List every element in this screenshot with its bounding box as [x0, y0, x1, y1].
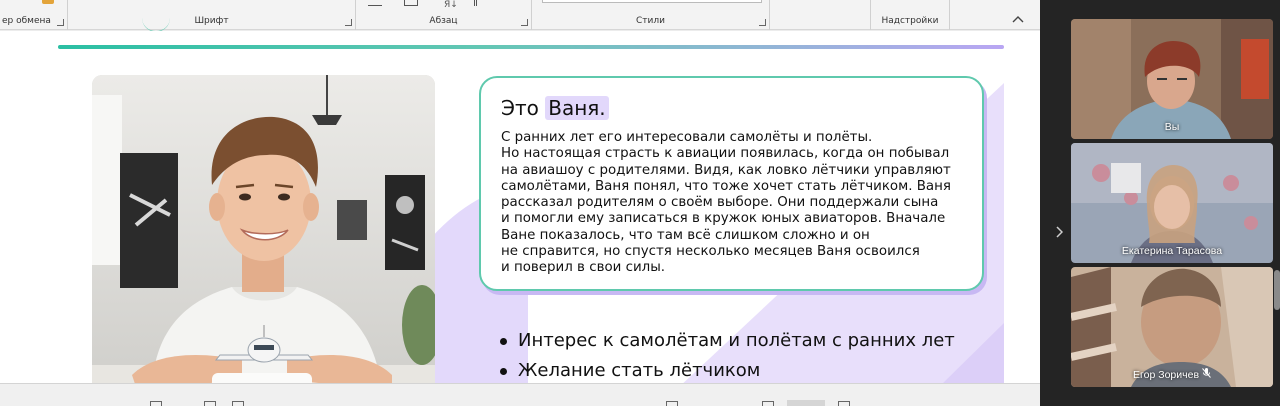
- participant-name-row: Егор Зоричев: [1071, 368, 1273, 381]
- styles-gallery[interactable]: [542, 0, 762, 3]
- clipboard-launcher-icon[interactable]: [57, 19, 64, 26]
- participant-name: Егор Зоричев: [1133, 369, 1200, 381]
- pilcrow-icon[interactable]: [474, 0, 477, 6]
- accessibility-icon[interactable]: [232, 401, 244, 406]
- mic-muted-icon: [1202, 368, 1211, 381]
- styles-launcher-icon[interactable]: [759, 19, 766, 26]
- story-textbox[interactable]: Это Ваня. С ранних лет его интересовали …: [479, 76, 984, 291]
- ribbon: ер обмена Шрифт Я↓ Абзац Стили Надстройк…: [0, 0, 1040, 32]
- bullet-item: Желание стать лётчиком: [498, 356, 955, 383]
- slide-sorter-view-button[interactable]: [787, 400, 825, 406]
- paragraph-group-label: Абзац: [429, 16, 458, 26]
- addins-group-label: Надстройки: [881, 16, 939, 26]
- paragraph-launcher-icon[interactable]: [521, 19, 528, 26]
- status-bar: [0, 383, 1040, 406]
- slide[interactable]: Это Ваня. С ранних лет его интересовали …: [58, 43, 1004, 383]
- presentation-app: ер обмена Шрифт Я↓ Абзац Стили Надстройк…: [0, 0, 1040, 406]
- panel-scrollbar[interactable]: [1274, 270, 1280, 310]
- fit-slide-icon[interactable]: [666, 401, 678, 406]
- bullet-list[interactable]: Интерес к самолётам и полётам с ранних л…: [498, 326, 955, 383]
- normal-view-icon[interactable]: [762, 401, 774, 406]
- ribbon-group-paragraph: Я↓ Абзац: [356, 0, 532, 30]
- title-prefix: Это: [501, 96, 539, 120]
- bullet-item: Интерес к самолётам и полётам с ранних л…: [498, 326, 955, 356]
- participant-tile[interactable]: Егор Зоричев: [1071, 267, 1273, 387]
- comments-icon[interactable]: [204, 401, 216, 406]
- font-group-label: Шрифт: [194, 16, 229, 26]
- participant-tile-self[interactable]: Вы: [1071, 19, 1273, 139]
- sort-icon[interactable]: Я↓: [444, 0, 458, 10]
- columns-icon[interactable]: [404, 0, 418, 6]
- paste-icon[interactable]: [42, 0, 54, 4]
- styles-group-label: Стили: [636, 16, 665, 26]
- chevron-up-icon[interactable]: [1012, 12, 1024, 26]
- reading-view-icon[interactable]: [838, 401, 850, 406]
- participant-name: Вы: [1164, 121, 1180, 133]
- boy-photo[interactable]: [92, 75, 435, 383]
- font-launcher-icon[interactable]: [345, 19, 352, 26]
- slide-title: Это Ваня.: [501, 94, 964, 122]
- ribbon-group-font: Шрифт: [68, 0, 356, 32]
- ribbon-group-styles: Стили: [532, 0, 770, 30]
- slide-canvas[interactable]: Это Ваня. С ранних лет его интересовали …: [0, 31, 1040, 383]
- ribbon-group-clipboard: ер обмена: [0, 0, 68, 30]
- participant-name: Екатерина Тарасова: [1121, 245, 1223, 257]
- ribbon-group-addins: Надстройки: [870, 0, 950, 30]
- participant-tile[interactable]: Екатерина Тарасова: [1071, 143, 1273, 263]
- notes-icon[interactable]: [150, 401, 162, 406]
- chevron-right-icon[interactable]: [1055, 226, 1064, 242]
- story-body-text: С ранних лет его интересовали самолёты и…: [501, 130, 951, 276]
- indent-icon[interactable]: [368, 0, 382, 6]
- title-name-highlight: Ваня.: [545, 96, 609, 120]
- video-participants-panel: Вы Екатерина Тарасова Егор Зоричев: [1040, 0, 1280, 406]
